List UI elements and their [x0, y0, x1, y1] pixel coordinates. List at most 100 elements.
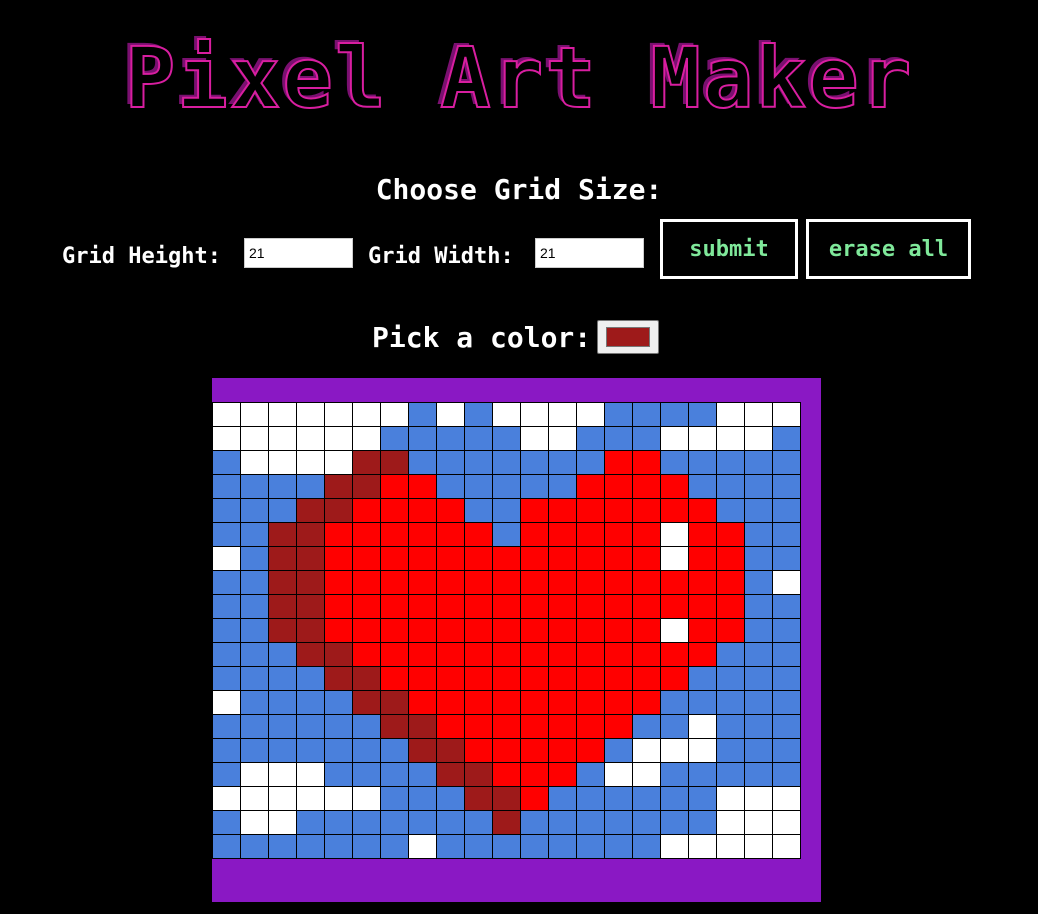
- grid-cell[interactable]: [548, 450, 577, 475]
- grid-cell[interactable]: [380, 522, 409, 547]
- grid-cell[interactable]: [744, 834, 773, 859]
- grid-cell[interactable]: [688, 498, 717, 523]
- grid-cell[interactable]: [688, 834, 717, 859]
- grid-cell[interactable]: [324, 690, 353, 715]
- grid-cell[interactable]: [296, 834, 325, 859]
- grid-cell[interactable]: [352, 546, 381, 571]
- grid-cell[interactable]: [492, 810, 521, 835]
- grid-cell[interactable]: [352, 690, 381, 715]
- grid-cell[interactable]: [268, 570, 297, 595]
- grid-cell[interactable]: [212, 594, 241, 619]
- grid-cell[interactable]: [604, 666, 633, 691]
- grid-cell[interactable]: [576, 714, 605, 739]
- grid-cell[interactable]: [380, 450, 409, 475]
- grid-cell[interactable]: [716, 714, 745, 739]
- grid-cell[interactable]: [688, 642, 717, 667]
- grid-cell[interactable]: [744, 762, 773, 787]
- grid-cell[interactable]: [604, 546, 633, 571]
- grid-cell[interactable]: [492, 498, 521, 523]
- grid-cell[interactable]: [464, 762, 493, 787]
- grid-cell[interactable]: [352, 474, 381, 499]
- grid-cell[interactable]: [324, 738, 353, 763]
- grid-cell[interactable]: [716, 834, 745, 859]
- grid-cell[interactable]: [688, 810, 717, 835]
- grid-cell[interactable]: [576, 738, 605, 763]
- grid-cell[interactable]: [716, 666, 745, 691]
- grid-cell[interactable]: [380, 498, 409, 523]
- grid-cell[interactable]: [212, 786, 241, 811]
- grid-cell[interactable]: [324, 570, 353, 595]
- grid-cell[interactable]: [772, 690, 801, 715]
- grid-cell[interactable]: [436, 690, 465, 715]
- grid-cell[interactable]: [212, 546, 241, 571]
- grid-cell[interactable]: [632, 594, 661, 619]
- grid-cell[interactable]: [212, 498, 241, 523]
- grid-cell[interactable]: [380, 570, 409, 595]
- grid-cell[interactable]: [688, 666, 717, 691]
- grid-cell[interactable]: [520, 666, 549, 691]
- grid-cell[interactable]: [240, 474, 269, 499]
- grid-cell[interactable]: [660, 810, 689, 835]
- grid-cell[interactable]: [380, 738, 409, 763]
- grid-cell[interactable]: [716, 690, 745, 715]
- grid-cell[interactable]: [660, 738, 689, 763]
- grid-cell[interactable]: [212, 714, 241, 739]
- grid-cell[interactable]: [296, 594, 325, 619]
- grid-cell[interactable]: [744, 786, 773, 811]
- grid-cell[interactable]: [408, 522, 437, 547]
- grid-cell[interactable]: [744, 426, 773, 451]
- grid-cell[interactable]: [492, 714, 521, 739]
- grid-cell[interactable]: [324, 594, 353, 619]
- grid-cell[interactable]: [716, 618, 745, 643]
- grid-cell[interactable]: [576, 834, 605, 859]
- grid-cell[interactable]: [464, 834, 493, 859]
- grid-cell[interactable]: [380, 690, 409, 715]
- grid-cell[interactable]: [548, 402, 577, 427]
- grid-cell[interactable]: [268, 762, 297, 787]
- grid-cell[interactable]: [212, 426, 241, 451]
- grid-height-input[interactable]: [244, 238, 353, 268]
- grid-cell[interactable]: [772, 714, 801, 739]
- grid-cell[interactable]: [268, 690, 297, 715]
- grid-cell[interactable]: [660, 618, 689, 643]
- grid-cell[interactable]: [520, 522, 549, 547]
- grid-cell[interactable]: [688, 618, 717, 643]
- grid-cell[interactable]: [380, 834, 409, 859]
- grid-cell[interactable]: [660, 594, 689, 619]
- grid-cell[interactable]: [408, 498, 437, 523]
- grid-cell[interactable]: [520, 834, 549, 859]
- grid-cell[interactable]: [660, 522, 689, 547]
- grid-cell[interactable]: [688, 402, 717, 427]
- grid-cell[interactable]: [520, 594, 549, 619]
- grid-cell[interactable]: [548, 618, 577, 643]
- grid-cell[interactable]: [716, 570, 745, 595]
- grid-cell[interactable]: [688, 762, 717, 787]
- grid-cell[interactable]: [212, 402, 241, 427]
- grid-cell[interactable]: [212, 810, 241, 835]
- grid-cell[interactable]: [240, 618, 269, 643]
- grid-cell[interactable]: [744, 642, 773, 667]
- grid-cell[interactable]: [632, 522, 661, 547]
- grid-cell[interactable]: [268, 522, 297, 547]
- grid-cell[interactable]: [632, 498, 661, 523]
- grid-cell[interactable]: [352, 522, 381, 547]
- grid-cell[interactable]: [604, 474, 633, 499]
- grid-cell[interactable]: [604, 786, 633, 811]
- grid-cell[interactable]: [548, 426, 577, 451]
- grid-cell[interactable]: [744, 666, 773, 691]
- grid-cell[interactable]: [380, 618, 409, 643]
- grid-cell[interactable]: [408, 810, 437, 835]
- grid-cell[interactable]: [408, 642, 437, 667]
- grid-cell[interactable]: [576, 666, 605, 691]
- grid-cell[interactable]: [268, 426, 297, 451]
- grid-width-input[interactable]: [535, 238, 644, 268]
- grid-cell[interactable]: [688, 474, 717, 499]
- grid-cell[interactable]: [212, 834, 241, 859]
- grid-cell[interactable]: [436, 786, 465, 811]
- grid-cell[interactable]: [408, 666, 437, 691]
- grid-cell[interactable]: [296, 738, 325, 763]
- grid-cell[interactable]: [688, 546, 717, 571]
- grid-cell[interactable]: [744, 498, 773, 523]
- grid-cell[interactable]: [408, 474, 437, 499]
- grid-cell[interactable]: [436, 402, 465, 427]
